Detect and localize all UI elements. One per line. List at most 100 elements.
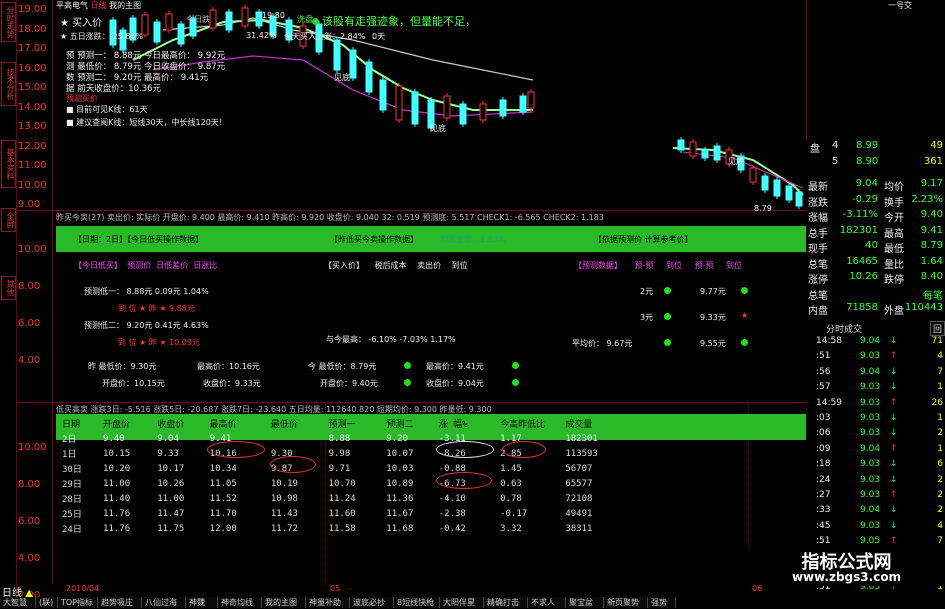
tick-volume: 1 [937,413,943,423]
stat-label: 量比 [884,259,904,271]
quote-stat-row: 总笔 16465 量比 1.64 [806,256,945,271]
stat-label: 最高 [884,228,904,240]
formula-tab[interactable]: 我的主图 [262,597,306,608]
stat-label: 现手 [808,244,828,255]
formula-tab[interactable]: 8短线快枪 [394,597,440,608]
table-cell: 12.00 [209,523,237,534]
month-label: 05 [330,584,341,593]
tab-predict[interactable]: 预测价 [127,261,151,270]
yest-high: 最高价：10.16元 [197,362,260,371]
today-high: 最高价：9.41元 [426,362,484,371]
table-cell: 49491 [565,508,593,519]
table-cell: 11.76 [103,523,131,534]
y-tick-label: 16.00 [18,62,47,74]
candle-body [689,141,697,157]
buy-label-text: 买入价 [72,18,103,29]
subject-name[interactable]: 我的主图 [109,1,141,10]
panel-tabs-right: 【预测数据】 预-预 到位 预-预 到位 [574,260,742,271]
stat-label: 今开 [884,213,904,224]
tab-other[interactable]: 其他 [1,276,16,300]
formula-tab[interactable]: 八仙过海 [142,597,186,608]
formula-tab[interactable]: 趋势吸庄 [98,597,142,608]
table-cell: 11.70 [209,508,237,519]
status-dot [404,379,411,389]
column-header: 日期 [62,420,81,430]
quote-stat-row: 涨跌 -0.29 换手 2.23% [806,194,945,209]
formula-tab[interactable]: 大阳伴星 [440,597,484,608]
candle-body [479,103,487,121]
table-cell: 10.98 [270,493,298,504]
y-tick-label: 13.00 [18,121,47,132]
formula-tab[interactable]: 神量补助 [306,597,350,608]
status-dot [664,313,671,323]
formula-tab[interactable]: 神奇均线 [218,597,262,608]
formula-tab[interactable]: 聚宝盆 [566,597,604,608]
y-tick-label: 19.00 [18,4,47,15]
table-cell: 11.40 [103,493,131,504]
formula-tab[interactable]: 不求人 [528,597,566,608]
tick-time: :18 [816,459,831,470]
book-volume: 49 [930,140,943,151]
formula-tab[interactable]: (联) [36,597,58,608]
tick-row: :06 9.03 ↓ 2 [806,428,945,443]
tab-intraday[interactable]: 分时走势 [1,2,16,42]
stat-value: 9.41 [920,224,943,236]
tab-after-tax[interactable]: 税后成本 [375,261,407,270]
table-cell: 11.24 [328,493,356,504]
five-day-value: 五日涨跌：-25.86% [69,32,144,41]
tab-pos1[interactable]: 到位 [666,261,682,270]
tick-volume: 1 [937,382,943,393]
tab-pp1[interactable]: 预-预 [635,261,654,270]
stat-label: 总笔 [808,290,828,302]
tick-volume: 2 [937,428,943,439]
candle-body [761,175,769,191]
avg-price: 平均价： 9.67元 [572,339,633,348]
tab-fundamentals[interactable]: 基本资料 [1,140,16,188]
tick-volume: 2 [937,474,943,485]
tab-today-low[interactable]: 【今日低买】 [74,261,122,270]
today-rise: 今日跌 [186,15,210,24]
table-cell: 11.72 [270,523,298,534]
tick-time: :56 [816,366,831,377]
candle-body [713,145,721,161]
formula-tab[interactable]: 精确打击 [484,597,528,608]
tab-sell-price[interactable]: 卖出价 [417,261,441,270]
formula-tab[interactable]: 大智慧 [0,597,36,608]
tab-pp2[interactable]: 预-预 [695,261,714,270]
tick-volume: 2 [937,505,943,516]
formula-tab[interactable]: TOP指标 [58,597,98,608]
candle-body [333,39,341,71]
tab-low-diff[interactable]: 日低差价 [156,261,188,270]
divider [16,210,806,211]
tab-pos2[interactable]: 到位 [726,261,742,270]
table-cell: 10.20 [103,463,131,474]
tab-predict-data[interactable]: 【预测数据】 [574,261,622,270]
formula-tab[interactable]: 神魏 [186,597,218,608]
tab-in-place[interactable]: 到位 [452,261,468,270]
table-cell: 113593 [565,448,598,459]
table-cell: 11.43 [270,508,298,519]
tick-tab[interactable]: 回 [930,321,945,336]
formula-tab[interactable]: 波底必抄 [350,597,394,608]
tick-volume: 7 [937,366,943,377]
low-marker: 8.79 [754,204,772,213]
y-tick-label: 17.00 [18,43,47,54]
formula-tab[interactable]: 强势 [648,597,676,608]
tab-buy-price[interactable]: 【买入价】 [324,261,364,270]
book-price: 8.90 [856,156,879,167]
tab-fullscreen[interactable]: 全屏 [1,208,16,232]
tick-time: :09 [816,443,831,454]
stat-value: 71858 [846,302,878,313]
kline-chart[interactable] [53,0,806,210]
table-cell: 10.70 [328,478,356,489]
table-cell: 10.03 [386,463,414,474]
candle-body [499,99,507,117]
tab-technical[interactable]: 技术分析 [1,62,16,106]
table-cell: 10.26 [157,478,185,489]
table-cell: 72108 [565,493,593,504]
book-level: 4 [832,140,839,151]
y-tick-label: 6.00 [18,516,41,527]
formula-tab[interactable]: 新页聚势 [604,597,648,608]
tab-rise-ratio[interactable]: 日涨比 [193,261,217,270]
divider [16,402,806,403]
